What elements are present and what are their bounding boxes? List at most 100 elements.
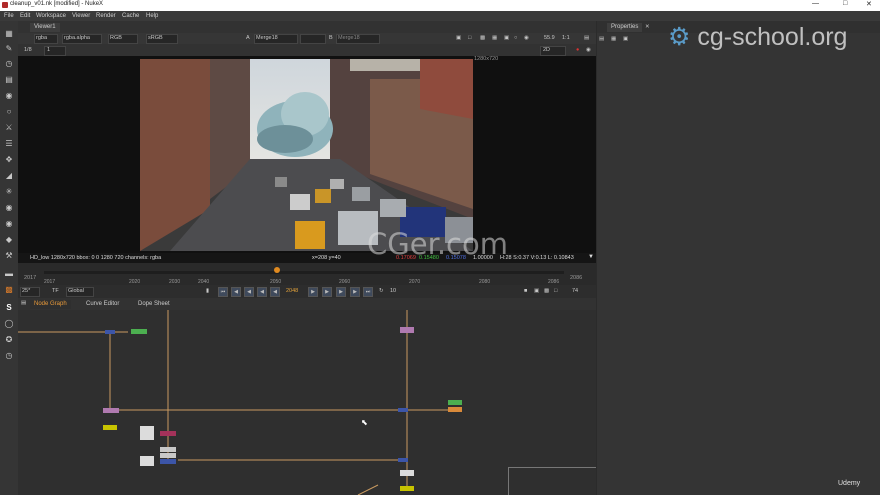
transform-icon[interactable]: ✥ xyxy=(4,155,14,165)
lock-icon[interactable]: ▤ xyxy=(584,34,589,43)
tab-node-graph[interactable]: Node Graph xyxy=(30,300,71,309)
tab-curve-editor[interactable]: Curve Editor xyxy=(82,300,124,309)
tf-value[interactable]: TF xyxy=(52,287,59,296)
next-frame-icon[interactable]: ▶ xyxy=(308,287,318,297)
in-out-icon[interactable]: ▮ xyxy=(206,287,209,296)
minimize-icon[interactable]: — xyxy=(812,0,819,7)
close-icon[interactable]: ✕ xyxy=(866,0,872,8)
node-graph-navigator[interactable] xyxy=(508,467,596,495)
cache-icon[interactable]: ▩ xyxy=(544,287,549,296)
roi-icon[interactable]: ▣ xyxy=(456,34,461,43)
plugin-star-icon[interactable]: ✪ xyxy=(4,335,14,345)
dot-node[interactable] xyxy=(398,408,408,412)
loop-icon[interactable]: ↻ xyxy=(379,287,384,296)
play-forward-icon[interactable]: ▶ xyxy=(322,287,332,297)
capture-icon[interactable]: ◉ xyxy=(524,34,529,43)
3d-icon[interactable]: ◢ xyxy=(4,171,14,181)
monitor-icon[interactable]: □ xyxy=(554,287,557,296)
scope-value: Global xyxy=(68,288,84,294)
gear-icon: ⚙ xyxy=(668,23,691,51)
info-menu-icon[interactable]: ▼ xyxy=(588,254,594,260)
zoom-value[interactable]: 55.9 xyxy=(544,34,555,43)
filter-icon[interactable]: ○ xyxy=(4,107,14,117)
dot-node[interactable] xyxy=(398,458,408,462)
first-frame-icon[interactable]: ⏮ xyxy=(218,287,228,297)
plugin-s-icon[interactable]: S xyxy=(4,303,14,313)
forward-increment-icon[interactable]: ▶ xyxy=(336,287,346,297)
timeline[interactable]: 2017 2017 2020 2030 2040 2050 2060 2070 … xyxy=(18,263,596,285)
proxy-value[interactable]: 1:1 xyxy=(562,34,570,43)
prev-keyframe-icon[interactable]: ◀ xyxy=(231,287,241,297)
color-icon[interactable]: ◉ xyxy=(4,91,14,101)
mask-icon[interactable]: ▣ xyxy=(504,34,509,43)
maroon-node[interactable] xyxy=(160,431,176,436)
timeline-track[interactable] xyxy=(44,271,564,274)
tab-dope-sheet[interactable]: Dope Sheet xyxy=(134,300,174,309)
properties-clear-icon[interactable]: ▦ xyxy=(611,35,616,44)
orange-node[interactable] xyxy=(448,407,462,412)
image-read-icon[interactable]: ▦ xyxy=(4,29,14,39)
current-frame[interactable]: 2048 xyxy=(286,287,298,296)
menu-render[interactable]: Render xyxy=(96,13,116,19)
menu-file[interactable]: File xyxy=(4,13,14,19)
metadata-icon[interactable]: ◆ xyxy=(4,235,14,245)
last-frame-icon[interactable]: ⏭ xyxy=(363,287,373,297)
menu-workspace[interactable]: Workspace xyxy=(36,13,66,19)
purple-node[interactable] xyxy=(103,408,119,413)
green-node[interactable] xyxy=(448,400,462,405)
plugin-circle-icon[interactable]: ◯ xyxy=(4,319,14,329)
properties-close-icon[interactable]: ✕ xyxy=(645,23,650,32)
transform-node[interactable] xyxy=(400,470,414,476)
time-icon[interactable]: ◷ xyxy=(4,59,14,69)
increment-value[interactable]: 10 xyxy=(390,287,396,296)
flipbook-icon[interactable]: ■ xyxy=(524,287,527,296)
back-increment-icon[interactable]: ◀ xyxy=(244,287,254,297)
furnace-icon[interactable]: ▩ xyxy=(4,285,14,295)
views-icon[interactable]: ◉ xyxy=(4,219,14,229)
end-frame-value[interactable]: 74 xyxy=(572,287,578,296)
pause-icon[interactable]: ● xyxy=(576,46,579,55)
blue-node[interactable] xyxy=(160,459,176,464)
node-graph[interactable]: ⬉ xyxy=(18,310,596,495)
tab-properties[interactable]: Properties xyxy=(607,23,643,32)
panel-menu-icon[interactable]: ▤ xyxy=(21,299,26,308)
stack-node[interactable] xyxy=(160,447,176,452)
yellow-node[interactable] xyxy=(400,486,414,491)
stack-node[interactable] xyxy=(160,453,176,458)
draw-icon[interactable]: ✎ xyxy=(4,44,14,54)
next-keyframe-icon[interactable]: ▶ xyxy=(350,287,360,297)
menu-edit[interactable]: Edit xyxy=(20,13,30,19)
render-icon[interactable]: ▣ xyxy=(534,287,539,296)
maximize-icon[interactable]: □ xyxy=(843,0,847,7)
prev-frame-icon[interactable]: ◀ xyxy=(270,287,280,297)
channel-icon[interactable]: ▤ xyxy=(4,75,14,85)
checker-icon[interactable]: ▩ xyxy=(480,34,485,43)
deep-icon[interactable]: ◉ xyxy=(4,203,14,213)
toolsets-icon[interactable]: ⚒ xyxy=(4,251,14,261)
plugin-clock-icon[interactable]: ◷ xyxy=(4,351,14,361)
dot-node[interactable] xyxy=(105,330,115,334)
other-icon[interactable]: ▬ xyxy=(4,269,14,279)
transform-node[interactable] xyxy=(400,327,414,333)
tab-viewer1[interactable]: Viewer1 xyxy=(30,23,60,32)
menu-viewer[interactable]: Viewer xyxy=(72,13,90,19)
menu-cache[interactable]: Cache xyxy=(122,13,139,19)
yellow-node[interactable] xyxy=(103,425,117,430)
particles-icon[interactable]: ✳ xyxy=(4,187,14,197)
read-node[interactable] xyxy=(140,426,154,440)
properties-float-icon[interactable]: ▣ xyxy=(623,35,628,44)
properties-limit-icon[interactable]: ▤ xyxy=(599,35,604,44)
viewer-area[interactable]: 1280x720 xyxy=(18,56,596,253)
guides-icon[interactable]: ▦ xyxy=(492,34,497,43)
menu-help[interactable]: Help xyxy=(146,13,158,19)
clip-icon[interactable]: □ xyxy=(468,34,471,43)
green-node[interactable] xyxy=(131,329,147,334)
zoom-icon[interactable]: ○ xyxy=(514,34,517,43)
operation-select[interactable] xyxy=(300,34,326,44)
gain-icon[interactable]: ◉ xyxy=(586,46,591,55)
frame-step-value[interactable]: 1/8 xyxy=(24,46,32,55)
keyer-icon[interactable]: ⚔ xyxy=(4,123,14,133)
play-backward-icon[interactable]: ◀ xyxy=(257,287,267,297)
merge-icon[interactable]: ☰ xyxy=(4,139,14,149)
read-node[interactable] xyxy=(140,456,154,466)
